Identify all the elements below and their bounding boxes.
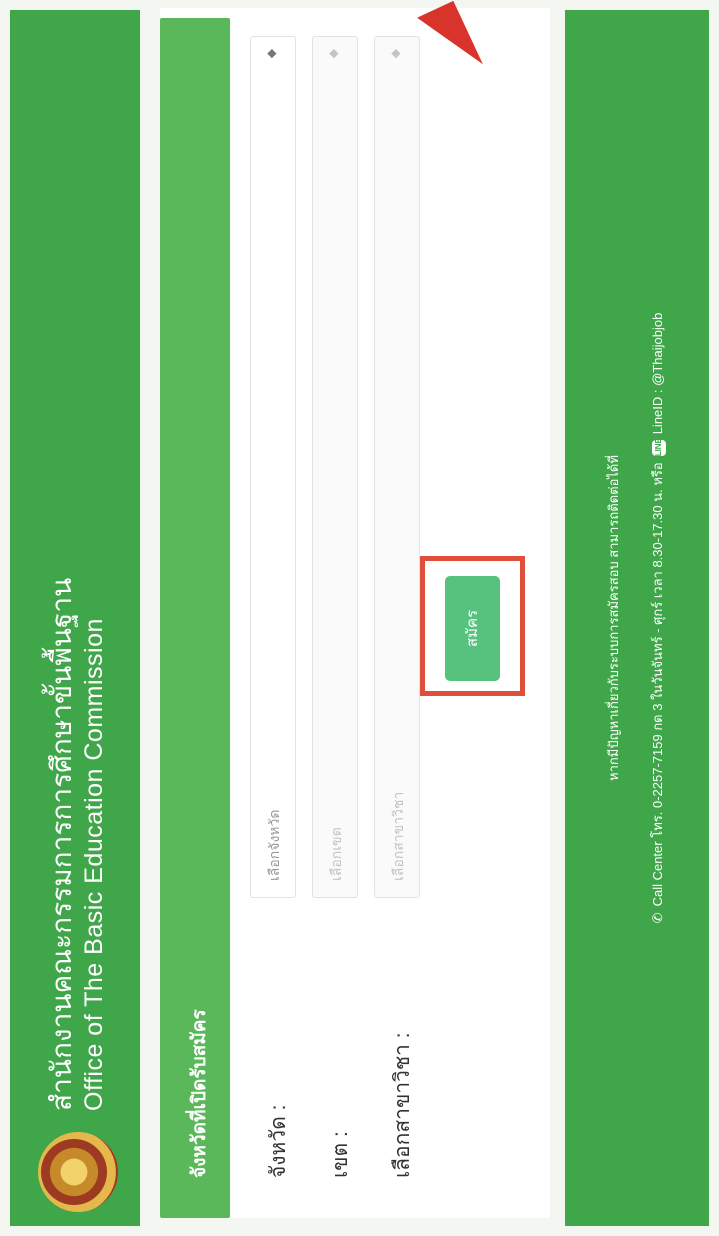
district-row: เขต : เลือกเขต ◆ [310,8,362,1218]
subject-row: เลือกสาขาวิชา : เลือกสาขาวิชา ◆ [372,8,424,1218]
select-arrow-icon: ◆ [264,49,278,59]
obec-seal-logo [38,1132,118,1212]
province-select[interactable]: เลือกจังหวัด ◆ [250,36,296,898]
select-arrow-icon: ◆ [326,49,340,59]
province-placeholder: เลือกจังหวัด [266,809,282,881]
phone-icon: ✆ [650,912,665,924]
subject-placeholder: เลือกสาขาวิชา [390,791,406,881]
district-label: เขต : [329,1131,352,1178]
header-title-english: Office of The Basic Education Commission [80,618,108,1111]
panel-heading: จังหวัดที่เปิดรับสมัคร [189,1009,210,1178]
subject-select[interactable]: เลือกสาขาวิชา ◆ [374,36,420,898]
header-title-thai: สำนักงานคณะกรรมการการศึกษาขั้นพื้นฐาน [46,577,77,1111]
contact-prefix: Call Center โทร. 0-2257-7159 กด 3 ในวันจ… [650,462,665,907]
site-header: สำนักงานคณะกรรมการการศึกษาขั้นพื้นฐาน Of… [10,10,140,1226]
footer-notice: หากมีปัญหาเกี่ยวกับระบบการสมัครสอบ สามาร… [606,455,621,781]
district-select[interactable]: เลือกเขต ◆ [312,36,358,898]
site-footer: หากมีปัญหาเกี่ยวกับระบบการสมัครสอบ สามาร… [565,10,709,1226]
contact-suffix: LineID : @Thaijobjob [650,312,665,435]
select-arrow-icon: ◆ [388,49,402,59]
province-row: จังหวัด : เลือกจังหวัด ◆ [248,8,300,1218]
footer-contact: ✆ Call Center โทร. 0-2257-7159 กด 3 ในวัน… [647,10,668,1226]
panel-header: จังหวัดที่เปิดรับสมัคร [160,18,230,1218]
rotated-page: สำนักงานคณะกรรมการการศึกษาขั้นพื้นฐาน Of… [0,0,719,1236]
highlight-box [420,556,525,696]
province-label: จังหวัด : [267,1104,290,1179]
district-placeholder: เลือกเขต [328,827,344,881]
line-app-icon: LINE [651,438,666,457]
subject-label: เลือกสาขาวิชา : [391,1032,414,1178]
